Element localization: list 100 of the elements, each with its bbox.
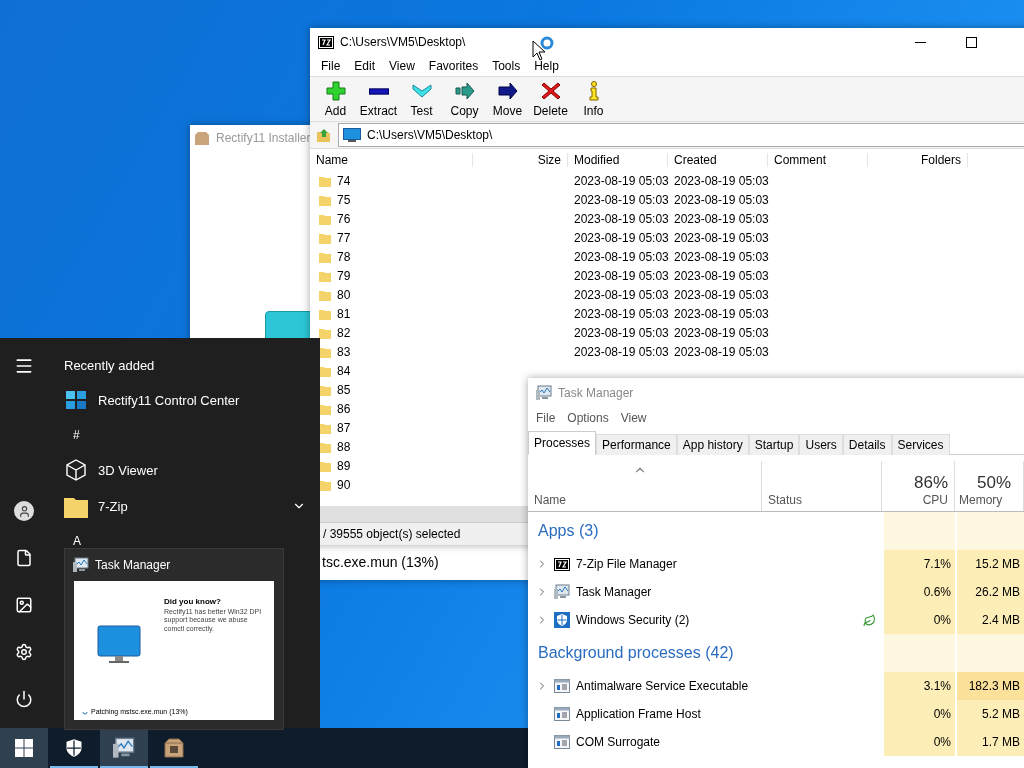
tab[interactable]: Performance [596, 434, 677, 455]
folder-name[interactable]: 90 [337, 477, 351, 492]
settings-icon[interactable] [15, 643, 33, 661]
menu-item[interactable]: File [314, 59, 348, 73]
address-field[interactable]: C:\Users\VM5\Desktop\ [338, 123, 1024, 147]
column-header[interactable]: Comment [768, 153, 868, 167]
modified-date: 2023-08-19 05:03 [573, 287, 668, 302]
thumbnail-title: Task Manager [95, 558, 171, 572]
column-header[interactable]: CPU [922, 493, 948, 507]
created-date: 2023-08-19 05:03 [673, 344, 768, 359]
app-item[interactable]: Rectify11 Control Center [64, 382, 320, 418]
menu-item[interactable]: File [530, 411, 562, 425]
folder-name[interactable]: 74 [337, 173, 351, 188]
column-header[interactable]: Folders [868, 153, 968, 167]
created-date: 2023-08-19 05:03 [673, 230, 768, 245]
tab[interactable]: Processes [528, 431, 597, 455]
created-date: 2023-08-19 05:03 [673, 268, 768, 283]
folder-name[interactable]: 77 [337, 230, 351, 245]
windows-logo-icon [15, 739, 33, 757]
power-icon[interactable] [15, 690, 33, 708]
process-name: Task Manager [576, 585, 652, 599]
column-header[interactable]: Name [310, 153, 473, 167]
created-date: 2023-08-19 05:03 [673, 211, 768, 226]
menu-item[interactable]: Options [561, 411, 615, 425]
folder-icon [319, 288, 331, 301]
folder-name[interactable]: 89 [337, 458, 351, 473]
toolbar-button[interactable]: Copy [443, 80, 486, 118]
folder-name[interactable]: 88 [337, 439, 351, 454]
pictures-icon[interactable] [15, 596, 33, 614]
cpu-value: 3.1% [882, 672, 955, 700]
folder-name[interactable]: 79 [337, 268, 351, 283]
column-header[interactable]: Size [473, 153, 568, 167]
menu-item[interactable]: View [614, 411, 653, 425]
memory-value: 1.7 MB [955, 728, 1024, 756]
menu-item[interactable]: Help [527, 59, 566, 73]
process-name: Windows Security (2) [576, 613, 690, 627]
folder-name[interactable]: 80 [337, 287, 351, 302]
package-icon [163, 737, 185, 759]
modified-date: 2023-08-19 05:03 [573, 230, 668, 245]
modified-date: 2023-08-19 05:03 [573, 325, 668, 340]
cpu-value: 7.1% [882, 550, 955, 578]
memory-value: 182.3 MB [955, 672, 1024, 700]
toolbar-button[interactable]: Info [572, 80, 615, 118]
tab[interactable]: Startup [748, 434, 800, 455]
folder-item[interactable]: 7-Zip [64, 488, 320, 524]
folder-name[interactable]: 85 [337, 382, 351, 397]
cpu-value: 0.6% [882, 578, 955, 606]
document-icon[interactable] [15, 549, 33, 567]
usage-cell [955, 634, 1024, 672]
shield-icon [554, 612, 570, 628]
user-icon[interactable] [14, 501, 34, 521]
folder-name[interactable]: 82 [337, 325, 351, 340]
toolbar-button[interactable]: Add [314, 80, 357, 118]
folder-icon [319, 326, 331, 339]
folder-name[interactable]: 81 [337, 306, 351, 321]
column-header[interactable]: Status [768, 493, 803, 507]
folder-name[interactable]: 76 [337, 211, 351, 226]
modified-date: 2023-08-19 05:03 [573, 249, 668, 264]
column-header[interactable]: Modified [568, 153, 668, 167]
menu-item[interactable]: Favorites [421, 59, 486, 73]
tab[interactable]: Services [891, 434, 950, 455]
section-heading: Recently added [64, 358, 156, 375]
toolbar-button[interactable]: Move [486, 80, 529, 118]
created-date: 2023-08-19 05:03 [673, 192, 768, 207]
column-header[interactable]: Memory [959, 493, 1003, 507]
column-header[interactable]: Name [534, 493, 566, 507]
process-name: Application Frame Host [576, 707, 701, 721]
folder-name[interactable]: 83 [337, 344, 351, 359]
column-header[interactable]: Created [668, 153, 768, 167]
folder-icon [319, 193, 331, 206]
minimize-icon[interactable] [915, 41, 926, 43]
tip-heading: Did you know? [164, 597, 222, 606]
folder-icon [319, 174, 331, 187]
monitor-icon [97, 624, 141, 665]
letter-header[interactable]: # [73, 428, 80, 442]
tab[interactable]: App history [676, 434, 749, 455]
monitor-chart-icon [554, 584, 570, 600]
progress-text: tsc.exe.mun (13%) [322, 554, 439, 570]
toolbar-button[interactable]: Test [400, 80, 443, 118]
menu-item[interactable]: Tools [485, 59, 528, 73]
app-item[interactable]: 3D Viewer [64, 452, 320, 488]
menu-item[interactable]: Edit [347, 59, 383, 73]
taskbar-button[interactable] [100, 728, 148, 768]
folder-name[interactable]: 87 [337, 420, 351, 435]
tab[interactable]: Users [799, 434, 843, 455]
menu-item[interactable]: View [382, 59, 422, 73]
maximize-icon[interactable] [966, 36, 977, 48]
cpu-value: 0% [882, 606, 955, 634]
tab[interactable]: Details [842, 434, 892, 455]
taskbar-button[interactable] [0, 728, 48, 768]
folder-name[interactable]: 78 [337, 249, 351, 264]
folder-name[interactable]: 84 [337, 363, 351, 378]
folder-up-icon[interactable] [316, 127, 332, 143]
folder-name[interactable]: 75 [337, 192, 351, 207]
toolbar-button[interactable]: Extract [357, 80, 400, 118]
menu-icon[interactable] [14, 356, 34, 376]
folder-name[interactable]: 86 [337, 401, 351, 416]
toolbar-button[interactable]: Delete [529, 80, 572, 118]
cpu-total: 86% [913, 473, 948, 493]
letter-header[interactable]: A [73, 534, 81, 548]
